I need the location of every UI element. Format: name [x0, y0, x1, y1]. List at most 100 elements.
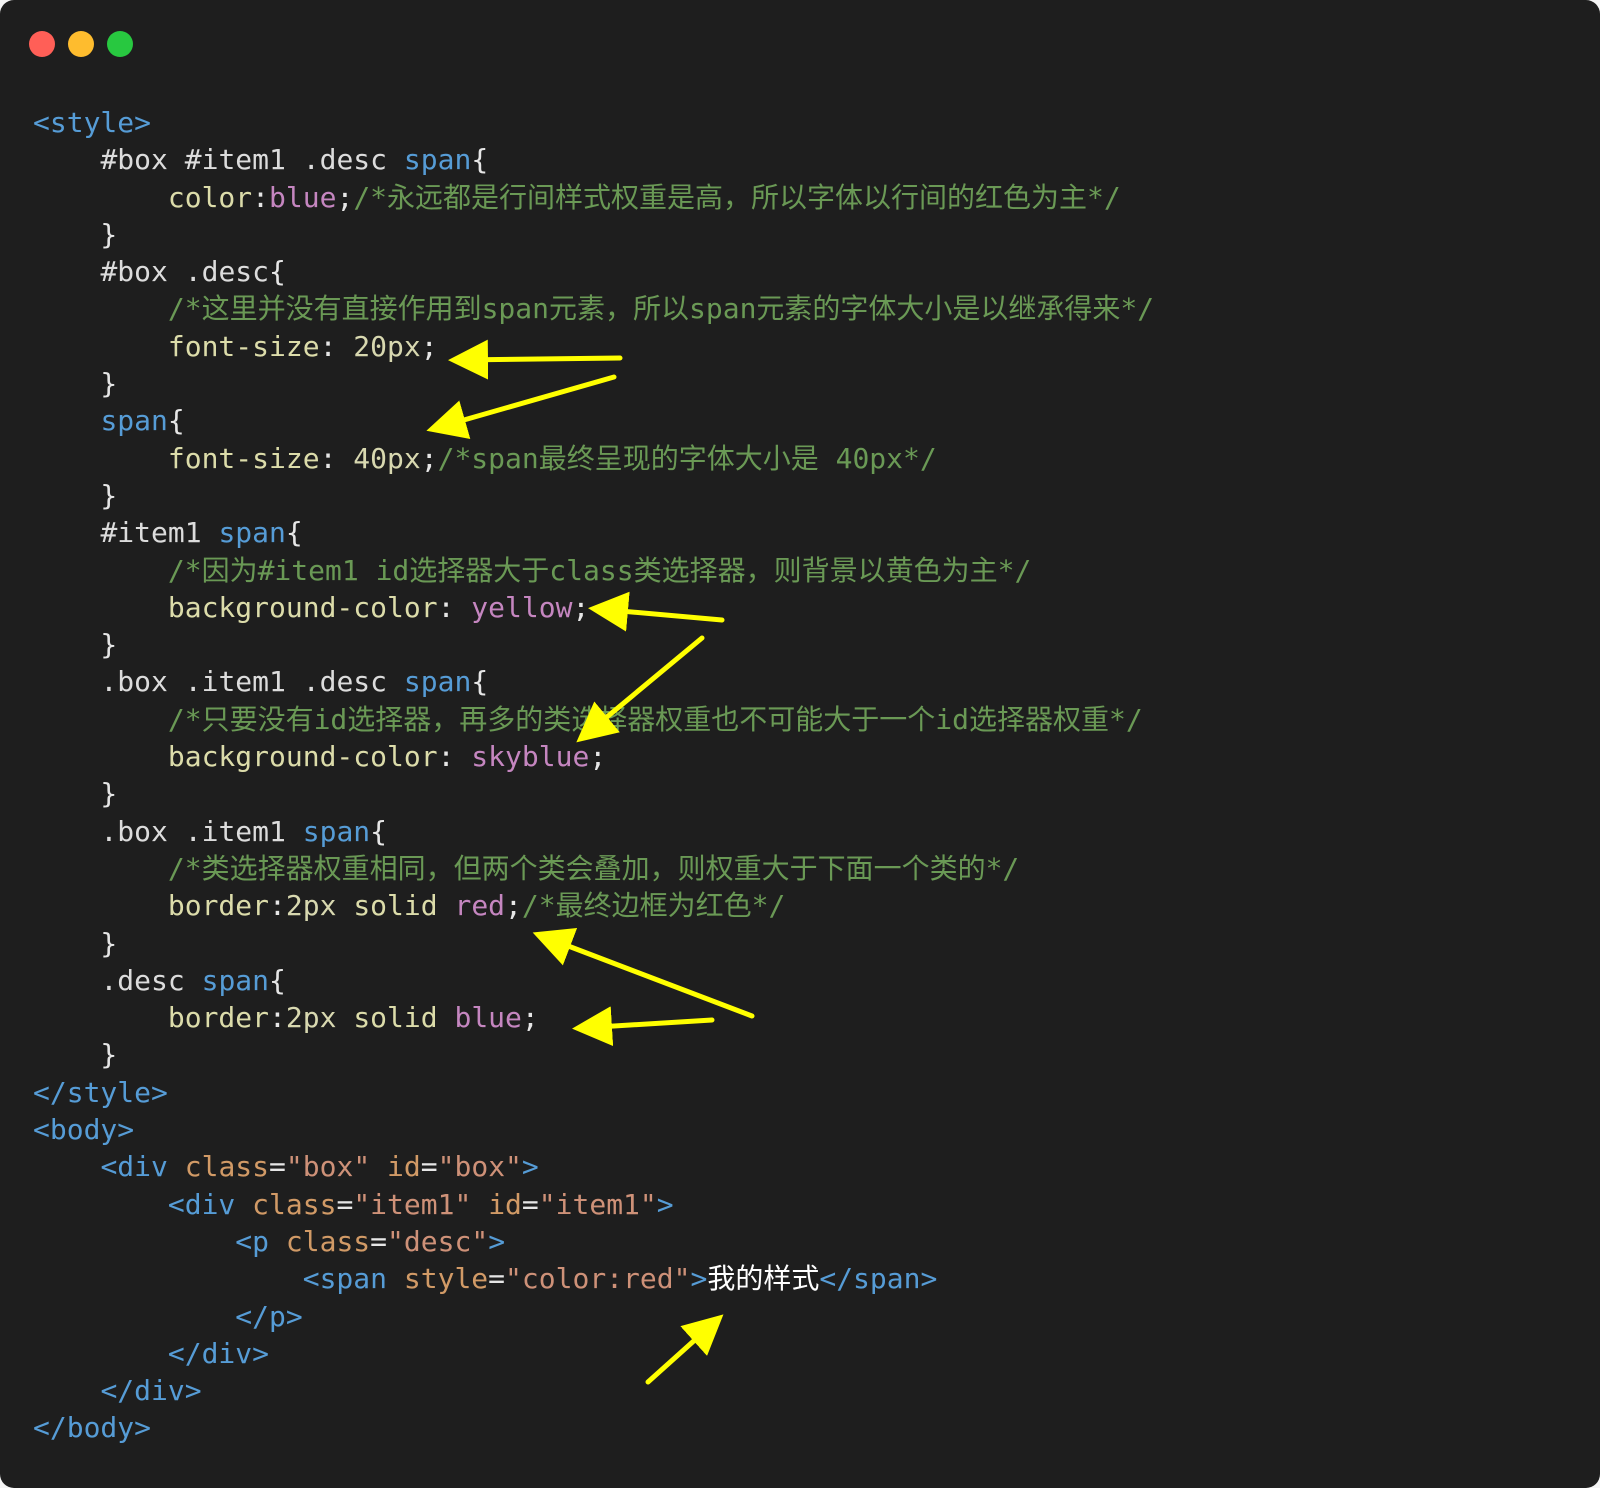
code-token: span [403, 665, 472, 699]
code-token: blue [269, 180, 337, 214]
code-line: <span style="color:red">我的样式</span> [33, 1260, 1154, 1297]
code-line: color:blue;/*永远都是行间样式权重是高，所以字体以行间的红色为主*/ [33, 179, 1154, 216]
code-token: ; [336, 180, 354, 214]
code-token: "item1" [353, 1187, 472, 1221]
code-token: </div> [167, 1336, 270, 1370]
code-token: 2px [285, 1001, 337, 1035]
code-token: : [252, 180, 270, 214]
code-token: solid [353, 889, 438, 923]
code-token: ; [420, 329, 438, 363]
code-line: </div> [33, 1335, 1154, 1372]
code-line: #item1 span{ [33, 514, 1154, 551]
code-window: <style> #box #item1 .desc span{ color:bl… [0, 0, 1600, 1488]
code-token: /*因为#item1 id选择器大于class类选择器，则背景以黄色为主*/ [167, 553, 1032, 587]
code-line: .desc span{ [33, 962, 1154, 999]
code-line: background-color: skyblue; [33, 738, 1154, 775]
code-line: } [33, 477, 1154, 514]
code-line: } [33, 775, 1154, 812]
code-line: <p class="desc"> [33, 1223, 1154, 1260]
code-token: > [488, 1224, 506, 1258]
code-line: /*只要没有id选择器，再多的类选择器权重也不可能大于一个id选择器权重*/ [33, 701, 1154, 738]
code-token: = [370, 1224, 388, 1258]
code-line: #box .desc{ [33, 253, 1154, 290]
code-line: } [33, 626, 1154, 663]
code-token: id [387, 1150, 421, 1184]
code-token: = [269, 1150, 286, 1184]
code-token: <div [167, 1187, 253, 1221]
code-line: } [33, 1036, 1154, 1073]
code-token: : [437, 590, 472, 624]
code-token: = [420, 1150, 438, 1184]
code-token: { [167, 404, 185, 438]
code-token: yellow [471, 590, 573, 624]
code-token: blue [454, 1001, 522, 1035]
code-token: : [437, 740, 472, 774]
minimize-dot-icon[interactable] [68, 31, 94, 57]
code-token: } [33, 777, 118, 811]
maximize-dot-icon[interactable] [107, 31, 133, 57]
code-token: "item1" [538, 1187, 657, 1221]
code-token: </span> [819, 1262, 938, 1296]
code-token: span [403, 143, 472, 177]
code-token: } [33, 628, 118, 662]
code-token: </style> [33, 1075, 168, 1109]
code-line: </body> [33, 1409, 1154, 1446]
code-block: <style> #box #item1 .desc span{ color:bl… [33, 104, 1154, 1447]
code-token: : [269, 1001, 286, 1035]
code-token: : [319, 329, 354, 363]
code-token: /*这里并没有直接作用到span元素，所以span元素的字体大小是以继承得来*/ [167, 292, 1155, 326]
code-token: > [690, 1262, 708, 1296]
code-token: </p> [235, 1299, 303, 1333]
code-token: span [201, 963, 270, 997]
code-token: #box .desc [100, 255, 270, 289]
code-line: <body> [33, 1111, 1154, 1148]
code-line: /*类选择器权重相同，但两个类会叠加，则权重大于下面一个类的*/ [33, 850, 1154, 887]
code-token: skyblue [471, 740, 590, 774]
code-token: 40px [353, 441, 421, 475]
code-token: style [403, 1262, 489, 1296]
code-token: { [471, 665, 489, 699]
code-token: = [488, 1262, 506, 1296]
code-line: .box .item1 span{ [33, 813, 1154, 850]
code-token: { [471, 143, 489, 177]
code-token: <p [235, 1224, 286, 1258]
code-token: { [269, 255, 286, 289]
code-line: #box #item1 .desc span{ [33, 141, 1154, 178]
code-token: #item1 [100, 516, 219, 550]
code-token: ; [521, 1001, 539, 1035]
code-token: font-size [167, 441, 320, 475]
code-line: font-size: 20px; [33, 328, 1154, 365]
close-dot-icon[interactable] [29, 31, 55, 57]
code-token: id [488, 1187, 522, 1221]
code-token: = [336, 1187, 354, 1221]
code-token: ; [420, 441, 438, 475]
code-token: { [370, 814, 388, 848]
code-token: span [100, 404, 168, 438]
code-line: /*因为#item1 id选择器大于class类选择器，则背景以黄色为主*/ [33, 552, 1154, 589]
code-token: border [167, 1001, 270, 1035]
code-token: class [184, 1150, 270, 1184]
code-token: : [319, 441, 354, 475]
code-line: } [33, 365, 1154, 402]
code-token: span [218, 516, 286, 550]
code-token: background-color [167, 590, 438, 624]
code-line: font-size: 40px;/*span最终呈现的字体大小是 40px*/ [33, 440, 1154, 477]
code-line: border:2px solid red;/*最终边框为红色*/ [33, 887, 1154, 924]
code-line: /*这里并没有直接作用到span元素，所以span元素的字体大小是以继承得来*/ [33, 290, 1154, 327]
